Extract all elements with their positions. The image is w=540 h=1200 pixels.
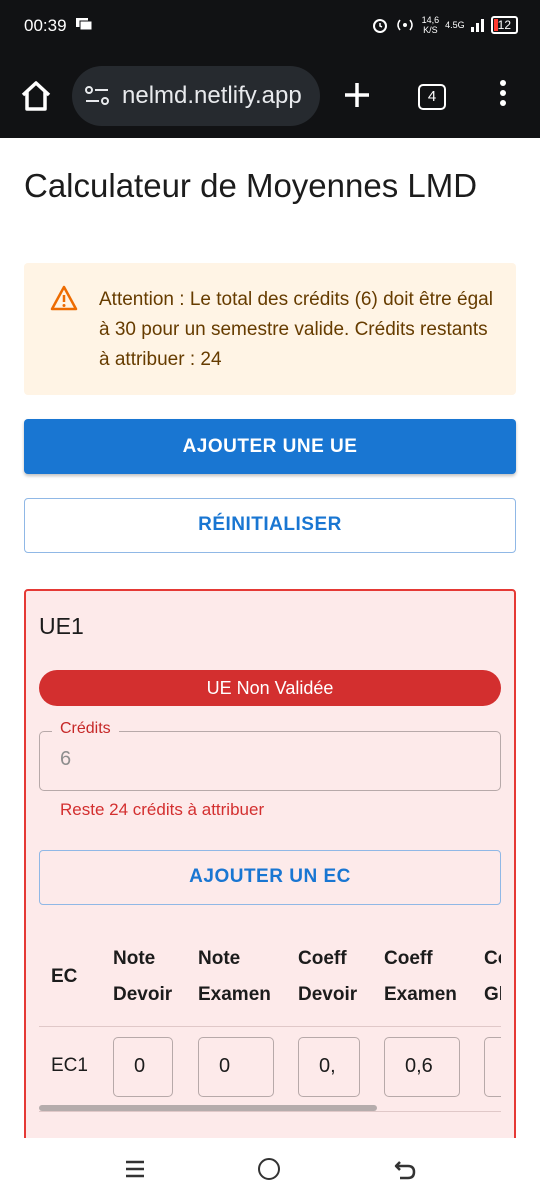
battery-level (493, 19, 498, 31)
header-coeff-global-line1: Co (484, 948, 501, 969)
credits-helper-text: Reste 24 crédits à attribuer (60, 800, 265, 819)
ue-title: UE1 (39, 613, 84, 639)
header-coeff-examen-line1: Coeff (384, 948, 433, 969)
alert-message: Attention : Le total des crédits (6) doi… (99, 289, 493, 370)
note-devoir-input[interactable]: 0 (113, 1037, 173, 1097)
ue-card: UE1 UE Non Validée Crédits 6 Reste 24 cr… (24, 589, 516, 1138)
warning-icon (50, 285, 78, 311)
header-note-examen-line2: Examen (198, 984, 271, 1005)
header-coeff-global-line2: Gl (484, 984, 501, 1005)
more-menu-icon[interactable] (496, 80, 510, 110)
net-speed: 14,6 K/S (422, 15, 440, 35)
home-button-icon[interactable] (258, 1158, 280, 1180)
credits-field[interactable]: Crédits 6 (39, 720, 501, 791)
header-coeff-devoir-line2: Devoir (298, 984, 358, 1005)
alarm-icon (372, 19, 387, 33)
header-note-devoir-line2: Devoir (113, 984, 173, 1005)
hotspot-icon (396, 19, 413, 31)
header-coeff-examen-line2: Examen (384, 984, 457, 1005)
status-icons: 14,6 K/S 4.5G 12 (372, 15, 518, 35)
add-ec-button[interactable]: AJOUTER UN EC (39, 850, 501, 905)
net-speed-value: 14,6 (421, 15, 440, 25)
table-horizontal-scrollbar[interactable] (39, 1105, 377, 1111)
table-divider (39, 1026, 501, 1027)
back-icon[interactable] (394, 1158, 416, 1180)
tab-switcher-button[interactable]: 4 (418, 84, 446, 110)
url-text: nelmd.netlify.app (122, 82, 302, 109)
table-divider-bottom (39, 1111, 501, 1112)
credits-field-label: Crédits (52, 720, 119, 738)
browser-toolbar: nelmd.netlify.app 4 (0, 54, 540, 138)
recent-apps-icon[interactable] (125, 1160, 145, 1178)
header-coeff-devoir-line1: Coeff (298, 948, 347, 969)
network-type: 4.5G (445, 20, 465, 30)
credits-field-value: 6 (60, 748, 72, 770)
header-ec: EC (51, 966, 78, 987)
message-icon (76, 18, 92, 30)
ec-table[interactable]: EC Note Devoir Note Examen Coeff Devoir … (39, 935, 501, 1115)
credits-warning-alert: Attention : Le total des crédits (6) doi… (24, 263, 516, 395)
system-navigation-bar (0, 1138, 540, 1200)
status-bar: 00:39 14,6 K/S 4.5G 12 (0, 0, 540, 54)
coeff-examen-input[interactable]: 0,6 (384, 1037, 460, 1097)
new-tab-icon[interactable] (340, 78, 374, 112)
coeff-devoir-input[interactable]: 0, (298, 1037, 360, 1097)
coeff-global-input[interactable] (484, 1037, 501, 1097)
page-content: Calculateur de Moyennes LMD Attention : … (0, 138, 540, 1138)
net-speed-unit: K/S (423, 25, 438, 35)
battery-percent: 12 (497, 18, 511, 32)
battery-indicator: 12 (490, 16, 518, 34)
site-settings-icon[interactable] (84, 84, 110, 108)
address-bar[interactable]: nelmd.netlify.app (72, 66, 320, 126)
ec-row-name: EC1 (51, 1055, 88, 1076)
ue-status-badge: UE Non Validée (39, 670, 501, 706)
add-ue-button[interactable]: AJOUTER UNE UE (24, 419, 516, 474)
signal-icon (470, 19, 484, 32)
header-note-devoir-line1: Note (113, 948, 156, 969)
home-icon[interactable] (18, 78, 54, 114)
reset-button[interactable]: RÉINITIALISER (24, 498, 516, 553)
note-examen-input[interactable]: 0 (198, 1037, 274, 1097)
header-note-examen-line1: Note (198, 948, 241, 969)
page-title: Calculateur de Moyennes LMD (24, 167, 478, 204)
status-time: 00:39 (24, 16, 67, 35)
